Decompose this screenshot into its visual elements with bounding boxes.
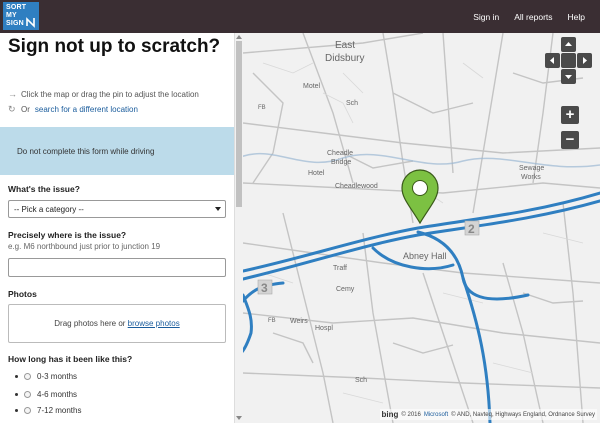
report-sidebar: Sign not up to scratch? → Click the map … — [0, 33, 234, 423]
pan-down-button[interactable] — [561, 69, 576, 84]
logo-arrow-icon — [26, 17, 35, 28]
attribution-microsoft[interactable]: Microsoft — [424, 412, 448, 418]
driving-warning: Do not complete this form while driving — [0, 127, 234, 175]
bullet-icon — [15, 375, 18, 378]
refresh-icon: ↻ — [8, 104, 16, 114]
pan-left-button[interactable] — [545, 53, 560, 68]
location-map[interactable]: 2 3 Motel East Didsbury Sch Cheadle Brid… — [243, 33, 600, 423]
bullet-icon — [15, 409, 18, 412]
map-label-motel: Motel — [303, 83, 321, 90]
map-label-cheadle: Cheadle — [327, 150, 353, 157]
map-label-didsbury: Didsbury — [325, 53, 364, 64]
browse-photos-link[interactable]: browse photos — [128, 319, 180, 328]
instruction-map-text: Click the map or drag the pin to adjust … — [21, 89, 199, 99]
logo-line-2: MY — [6, 12, 17, 19]
main-nav: Sign in All reports Help — [473, 0, 585, 33]
category-select[interactable]: -- Pick a category -- — [8, 200, 226, 218]
zoom-out-button[interactable]: − — [561, 131, 579, 149]
instruction-search-prefix: Or — [21, 105, 30, 114]
instruction-map: → Click the map or drag the pin to adjus… — [8, 89, 199, 99]
map-label-cemy: Cemy — [336, 286, 355, 293]
duration-label: How long has it been like this? — [8, 354, 133, 364]
map-label-east: East — [335, 40, 355, 51]
map-label-sewage: Sewage — [519, 165, 544, 172]
attribution-providers: © AND, Navteq, Highways England, Ordnanc… — [451, 411, 595, 418]
bullet-icon — [15, 393, 18, 396]
map-label-cheadlewood: Cheadlewood — [335, 183, 378, 190]
map-label-bridge: Bridge — [331, 159, 351, 166]
arrow-up-icon — [565, 42, 572, 46]
scroll-thumb[interactable] — [236, 41, 242, 207]
where-label: Precisely where is the issue? — [8, 230, 127, 240]
map-label-hospl: Hospl — [315, 325, 333, 332]
map-label-fb-2: FB — [268, 318, 276, 324]
map-attribution: bing © 2016 Microsoft © AND, Navteq, Hig… — [379, 409, 597, 420]
duration-option-label: 7-12 months — [37, 406, 82, 415]
instruction-search: ↻ Or search for a different location — [8, 104, 138, 115]
duration-option[interactable]: 0-3 months — [15, 372, 77, 381]
bing-logo: bing — [381, 410, 399, 419]
dropzone-text: Drag photos here or — [54, 319, 126, 328]
where-input[interactable] — [8, 258, 226, 277]
issue-label: What's the issue? — [8, 184, 80, 194]
chevron-down-icon — [215, 207, 221, 211]
map-label-sch-2: Sch — [355, 377, 367, 384]
pan-right-button[interactable] — [577, 53, 592, 68]
arrow-left-icon — [550, 57, 554, 64]
top-bar: SORT MY SIGN Sign in All reports Help — [0, 0, 600, 33]
radio-button[interactable] — [24, 407, 31, 414]
sort-my-sign-logo[interactable]: SORT MY SIGN — [3, 2, 39, 30]
where-hint: e.g. M6 northbound just prior to junctio… — [8, 242, 161, 251]
scroll-up-icon[interactable] — [236, 35, 242, 39]
map-label-works: Works — [521, 174, 541, 181]
junction-2-marker: 2 — [468, 222, 475, 236]
nav-help[interactable]: Help — [568, 12, 585, 22]
page-title: Sign not up to scratch? — [8, 36, 221, 57]
map-canvas[interactable]: 2 3 Motel East Didsbury Sch Cheadle Brid… — [243, 33, 600, 423]
duration-option[interactable]: 4-6 months — [15, 390, 77, 399]
arrow-down-icon — [565, 75, 572, 79]
category-selected: -- Pick a category -- — [14, 205, 84, 214]
map-label-abney-hall: Abney Hall — [403, 251, 447, 261]
logo-line-3: SIGN — [6, 20, 24, 27]
duration-option-label: 4-6 months — [37, 390, 78, 399]
pan-center — [561, 53, 576, 68]
map-label-fb: FB — [258, 105, 266, 111]
zoom-in-button[interactable]: + — [561, 106, 579, 124]
scroll-down-icon[interactable] — [236, 416, 242, 420]
arrow-right-icon: → — [8, 89, 17, 99]
arrow-right-icon — [583, 57, 587, 64]
photos-label: Photos — [8, 289, 37, 299]
photo-dropzone[interactable]: Drag photos here or browse photos — [8, 304, 226, 343]
map-label-hotel: Hotel — [308, 170, 325, 177]
pan-up-button[interactable] — [561, 37, 576, 52]
search-different-location-link[interactable]: search for a different location — [35, 105, 138, 114]
duration-option[interactable]: 7-12 months — [15, 406, 81, 415]
attribution-year: © 2016 — [401, 411, 421, 418]
junction-3-marker: 3 — [261, 281, 268, 295]
duration-option-label: 0-3 months — [37, 372, 78, 381]
map-label-weirs: Weirs — [290, 318, 308, 325]
radio-button[interactable] — [24, 373, 31, 380]
sidebar-scrollbar[interactable] — [234, 33, 243, 423]
nav-sign-in[interactable]: Sign in — [473, 12, 499, 22]
logo-line-1: SORT — [6, 4, 27, 11]
radio-button[interactable] — [24, 391, 31, 398]
map-label-traffic: Traff — [333, 265, 347, 272]
map-label-sch: Sch — [346, 100, 358, 107]
nav-all-reports[interactable]: All reports — [514, 12, 552, 22]
